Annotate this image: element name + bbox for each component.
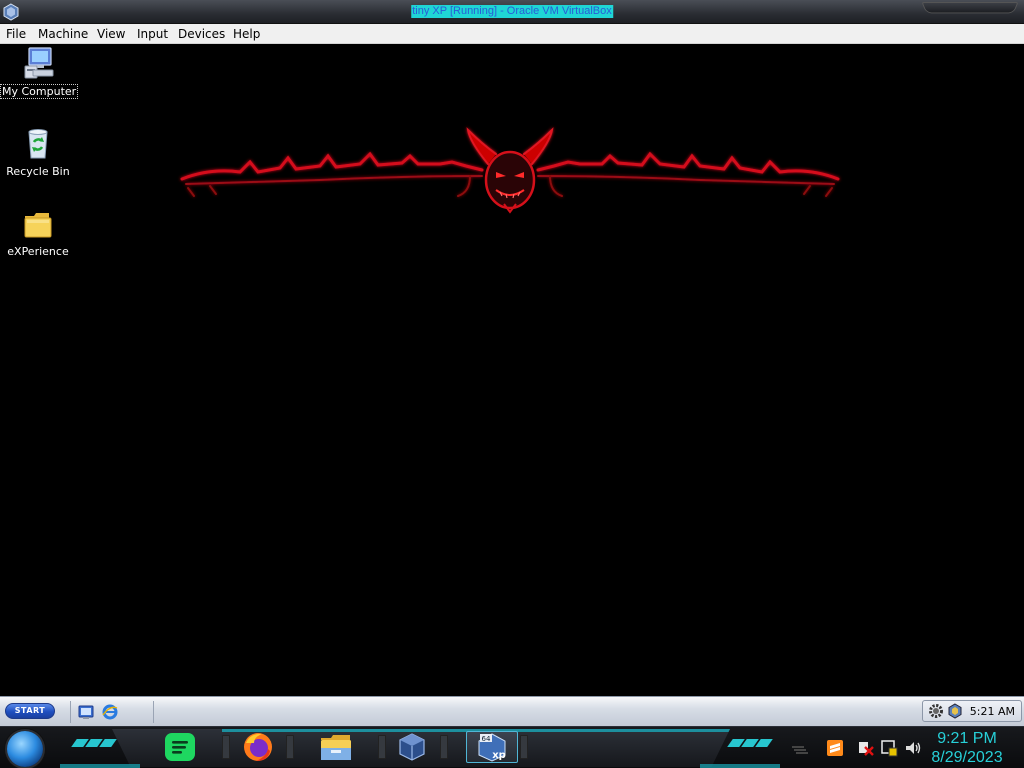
vm-caption-text: xp (492, 750, 506, 761)
desktop-icon-my-computer[interactable]: My Computer (0, 46, 79, 99)
dock-grip-icon (792, 746, 808, 754)
guest-taskbar: START 5:21 AM (0, 696, 1024, 726)
host-dock: 64 xp 9:21 PM 8/29/2023 (0, 726, 1024, 768)
quick-launch-bar (70, 701, 154, 723)
tiny-xp-vm-icon: 64 xp (478, 733, 506, 762)
host-clock-date: 8/29/2023 (931, 749, 1003, 766)
folder-icon (24, 213, 52, 238)
firefox-icon (244, 733, 272, 761)
host-clock[interactable]: 9:21 PM 8/29/2023 (924, 729, 1010, 767)
file-explorer-icon (321, 735, 351, 760)
dock-left-chevrons (71, 739, 117, 749)
guest-system-tray: 5:21 AM (922, 700, 1022, 722)
host-clock-time: 9:21 PM (937, 730, 997, 747)
desktop-icon-label: eXPerience (7, 245, 69, 258)
window-title: tiny XP [Running] - Oracle VM VirtualBox (411, 5, 613, 18)
volume-icon[interactable] (904, 739, 922, 757)
menu-help[interactable]: Help (233, 27, 260, 41)
dock-separator (378, 735, 386, 759)
spotify-icon (165, 733, 195, 761)
my-computer-icon (24, 47, 54, 79)
dock-app-spotify[interactable] (154, 731, 206, 763)
host-system-tray (790, 735, 930, 761)
guest-clock[interactable]: 5:21 AM (970, 705, 1015, 718)
desktop-icon-label: Recycle Bin (6, 165, 70, 178)
dock-separator (440, 735, 448, 759)
menu-input[interactable]: Input (137, 27, 168, 41)
dock-glow-right (700, 764, 780, 768)
virtualbox-manager-icon (399, 733, 425, 761)
desktop-icon-label: My Computer (0, 84, 79, 99)
virtualbox-titlebar[interactable]: tiny XP [Running] - Oracle VM VirtualBox (0, 0, 1024, 24)
virtualbox-app-icon[interactable] (2, 3, 20, 21)
virtualbox-menubar: File Machine View Input Devices Help (0, 24, 1024, 44)
guest-desktop[interactable]: My Computer Recycle Bin eXPerience (0, 44, 1024, 696)
menu-view[interactable]: View (97, 27, 125, 41)
window-controls[interactable] (921, 2, 1019, 14)
red-devil-wallpaper (180, 127, 840, 214)
desktop-icon-experience-folder[interactable]: eXPerience (0, 208, 76, 259)
recycle-bin-icon (28, 129, 48, 159)
start-button[interactable]: START (5, 703, 55, 719)
network-muted-icon[interactable] (856, 739, 874, 757)
dock-separator (520, 735, 528, 759)
dock-app-virtualbox[interactable] (386, 731, 438, 763)
menu-machine[interactable]: Machine (38, 27, 88, 41)
desktop-icon-recycle-bin[interactable]: Recycle Bin (0, 126, 76, 179)
internet-explorer-icon[interactable] (102, 704, 118, 720)
virtualbox-guest-icon[interactable] (947, 703, 963, 719)
vm-badge-text: 64 (482, 735, 491, 743)
sublime-text-icon[interactable] (826, 739, 844, 757)
dock-right-chevrons (727, 739, 773, 749)
dock-separator (222, 735, 230, 759)
dock-app-tiny-xp-vm[interactable]: 64 xp (466, 731, 518, 763)
settings-gear-icon[interactable] (928, 703, 944, 719)
dock-app-firefox[interactable] (232, 731, 284, 763)
dock-separator (286, 735, 294, 759)
menu-devices[interactable]: Devices (178, 27, 225, 41)
show-desktop-icon[interactable] (78, 704, 94, 720)
host-start-orb[interactable] (7, 731, 43, 767)
security-shield-icon[interactable] (880, 739, 898, 757)
dock-glow-left (60, 764, 140, 768)
dock-app-file-explorer[interactable] (310, 731, 362, 763)
menu-file[interactable]: File (6, 27, 26, 41)
